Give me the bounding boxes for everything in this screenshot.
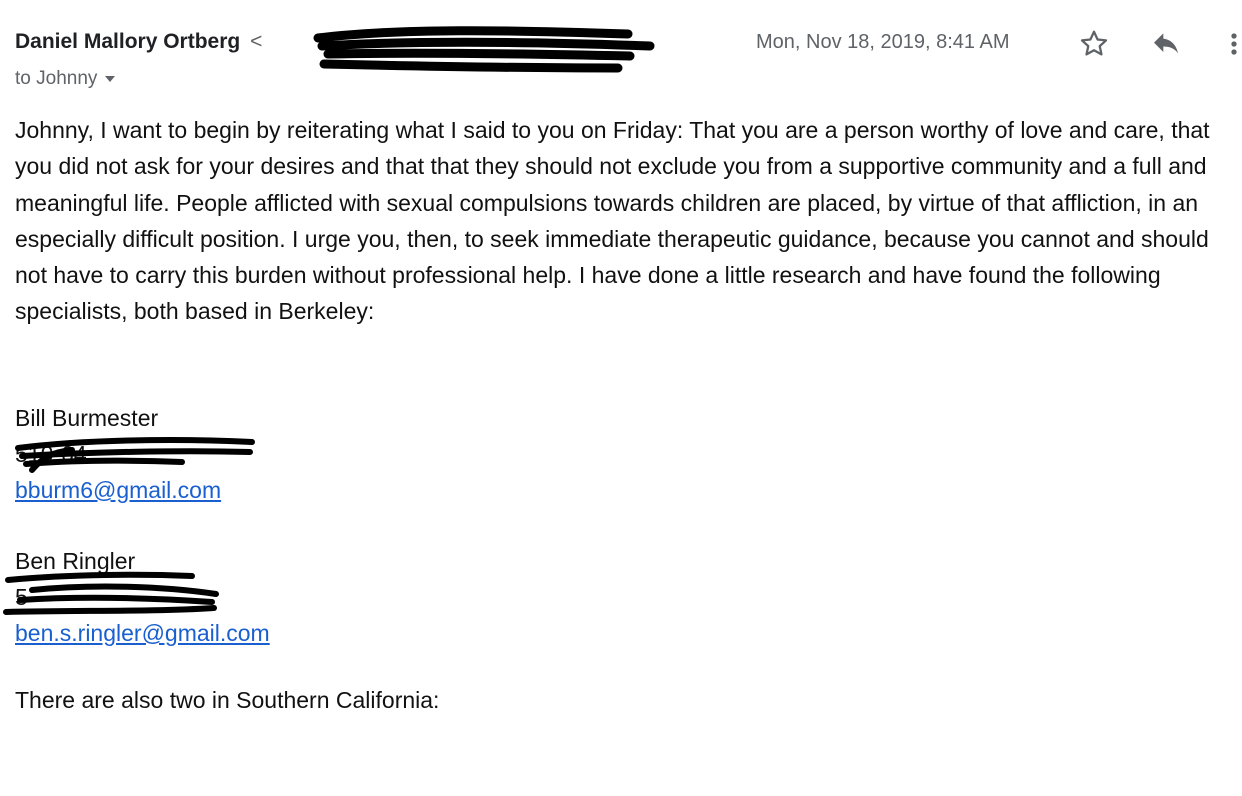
contact-phone: 5 xyxy=(15,584,28,610)
star-icon xyxy=(1080,30,1108,56)
contact-name: Bill Burmester xyxy=(15,405,159,431)
sender-name[interactable]: Daniel Mallory Ortberg xyxy=(15,30,240,53)
sender-email-redaction xyxy=(313,26,655,73)
sender-line: Daniel Mallory Ortberg < xyxy=(15,30,262,54)
reply-icon xyxy=(1154,33,1178,54)
sender-email: < xyxy=(250,30,263,53)
more-vert-icon xyxy=(1231,33,1237,55)
body-paragraph: Johnny, I want to begin by reiterating w… xyxy=(15,117,1210,325)
contact-name: Ben Ringler xyxy=(15,548,136,574)
chevron-down-icon[interactable] xyxy=(105,75,116,82)
email-body: Johnny, I want to begin by reiterating w… xyxy=(15,112,1230,330)
contact-email-link[interactable]: ben.s.ringler@gmail.com xyxy=(15,620,270,646)
contact-block: Ben Ringler 5 ben.s.ringler@gmail.com xyxy=(15,543,270,651)
recipient-label: to Johnny xyxy=(15,68,98,89)
timestamp: Mon, Nov 18, 2019, 8:41 AM xyxy=(756,31,1010,53)
reply-button[interactable] xyxy=(1150,28,1182,60)
closing-line: There are also two in Southern Californi… xyxy=(15,687,440,713)
contact-email-link[interactable]: bburm6@gmail.com xyxy=(15,477,221,503)
recipient-dropdown[interactable]: to Johnny xyxy=(15,68,116,90)
email-header: Daniel Mallory Ortberg < to Johnny Mon, … xyxy=(0,0,1242,100)
star-button[interactable] xyxy=(1078,28,1110,60)
more-options-button[interactable] xyxy=(1226,28,1242,60)
contact-phone: 510-64 xyxy=(15,441,87,467)
contact-block: Bill Burmester 510-64 bburm6@gmail.com xyxy=(15,400,221,508)
